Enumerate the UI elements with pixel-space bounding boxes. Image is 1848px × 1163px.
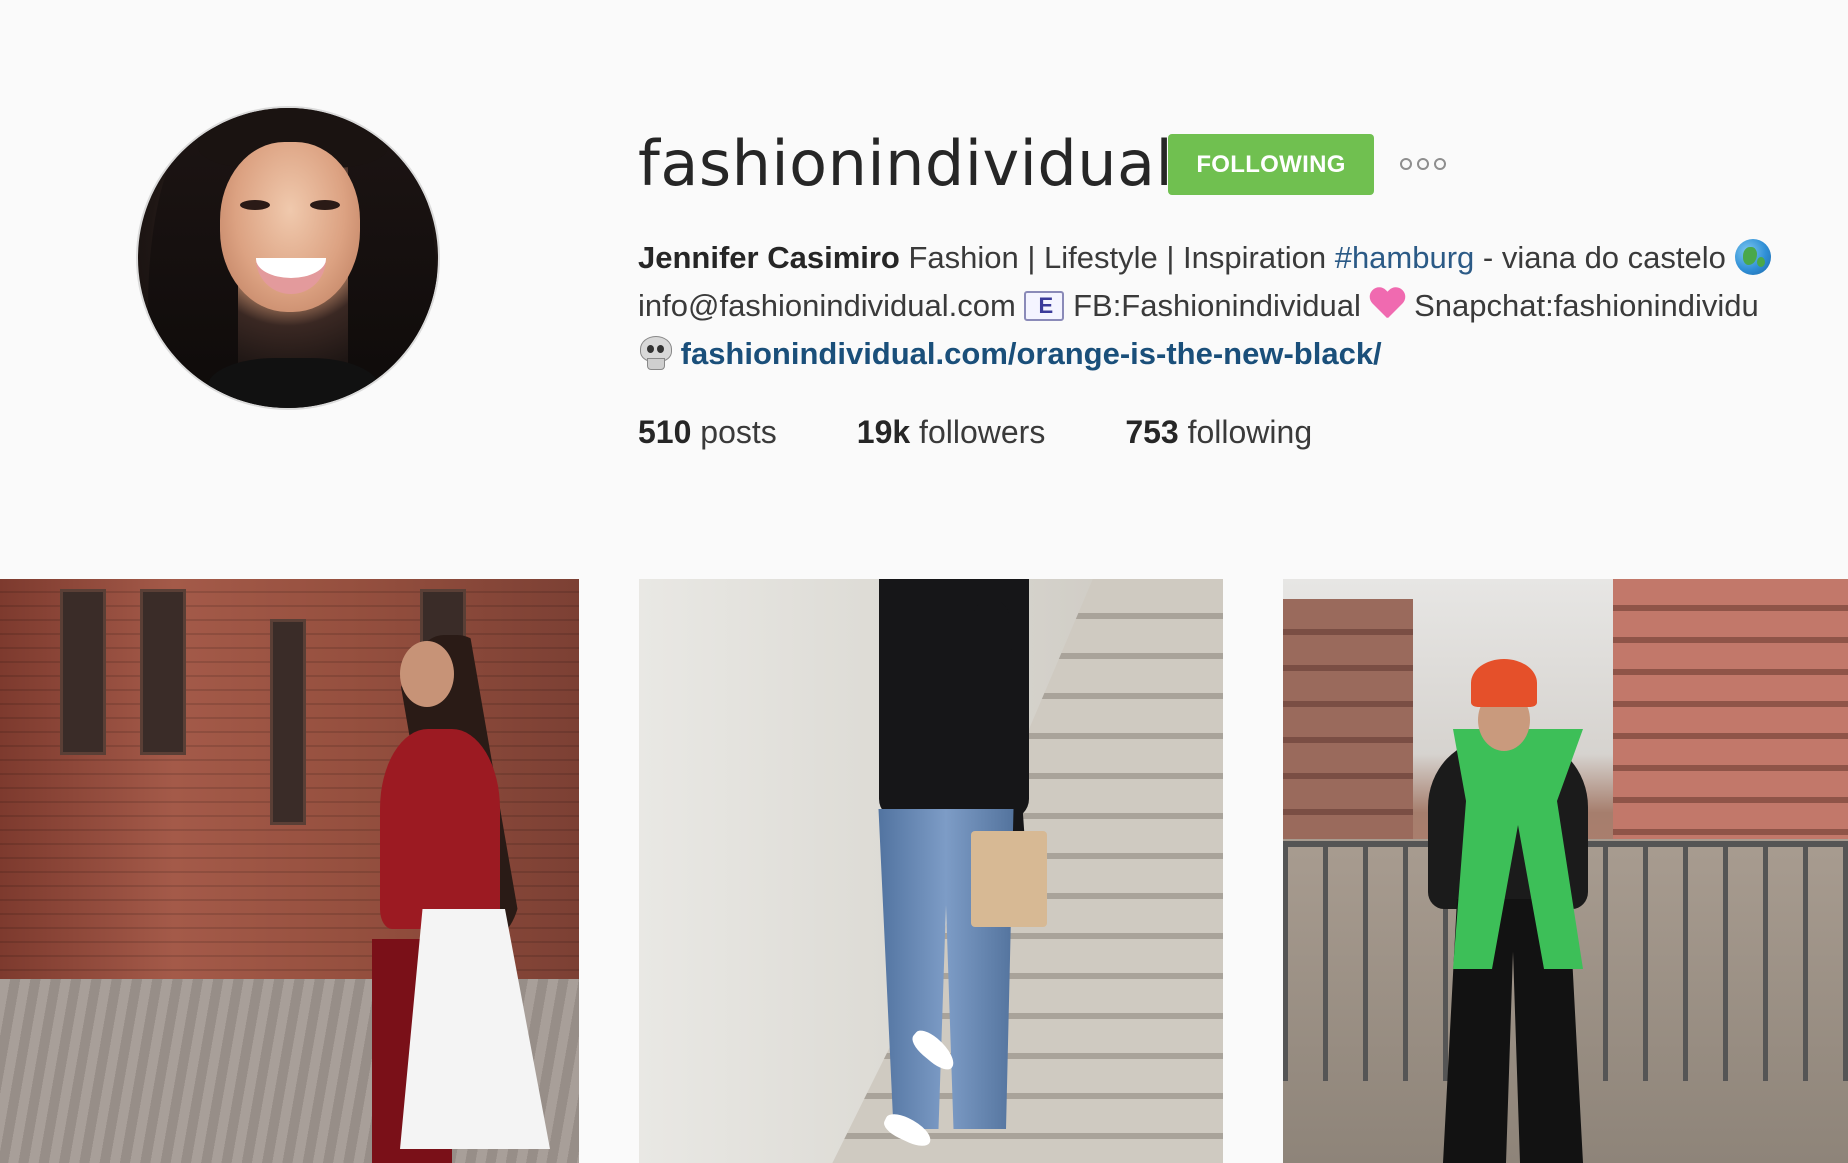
skull-eye [657,344,664,353]
bio-text: Fashion | Lifestyle | Inspiration [899,240,1335,275]
profile-stats: 510 posts 19k followers 753 following [638,410,1392,454]
bio-line-3: fashionindividual.com/orange-is-the-new-… [638,330,1848,378]
bio-line-1: Jennifer Casimiro Fashion | Lifestyle | … [638,234,1848,282]
avatar-shirt [208,358,378,408]
profile-bio: Jennifer Casimiro Fashion | Lifestyle | … [638,234,1848,378]
bio-email: info@fashionindividual.com [638,288,1025,323]
person-head [400,641,454,707]
posts-label: posts [691,414,777,450]
skull-eye [647,344,654,353]
window [60,589,106,755]
post-thumbnail-2[interactable] [639,579,1223,1163]
avatar-eye-right [310,200,340,210]
more-options-icon[interactable] [1400,152,1446,176]
person-bag [971,831,1047,927]
bio-location-text: - viana do castelo [1474,240,1735,275]
skull-icon [638,335,672,370]
post-thumbnail-3[interactable] [1283,579,1848,1163]
following-link[interactable]: 753 following [1125,410,1312,454]
website-link[interactable]: fashionindividual.com/orange-is-the-new-… [681,336,1382,371]
person-sweater [380,729,500,929]
more-dot [1400,158,1412,170]
followers-label: followers [910,414,1046,450]
hashtag-link[interactable]: #hamburg [1335,240,1475,275]
following-button[interactable]: FOLLOWING [1168,134,1374,195]
more-dot [1434,158,1446,170]
person-beanie [1471,659,1537,707]
full-name: Jennifer Casimiro [638,240,900,275]
profile-username: fashionindividual [638,127,1174,200]
posts-number: 510 [638,414,692,450]
posts-count: 510 posts [638,410,777,454]
envelope-icon [1024,290,1065,321]
bio-line-2: info@fashionindividual.com FB:Fashionind… [638,282,1848,330]
post-thumbnail-1[interactable] [0,579,579,1163]
profile-avatar[interactable] [136,106,440,410]
heart-icon [1369,288,1405,322]
following-label: following [1178,414,1313,450]
avatar-eye-left [240,200,270,210]
profile-page: fashionindividual FOLLOWING Jennifer Cas… [0,0,1848,1163]
window [270,619,306,825]
bio-facebook: FB:Fashionindividual [1064,288,1370,323]
globe-icon [1734,238,1771,275]
followers-link[interactable]: 19k followers [857,410,1046,454]
more-dot [1417,158,1429,170]
following-number: 753 [1125,414,1179,450]
window [140,589,186,755]
followers-number: 19k [856,414,911,450]
bio-snapchat: Snapchat:fashionindividu [1405,288,1759,323]
